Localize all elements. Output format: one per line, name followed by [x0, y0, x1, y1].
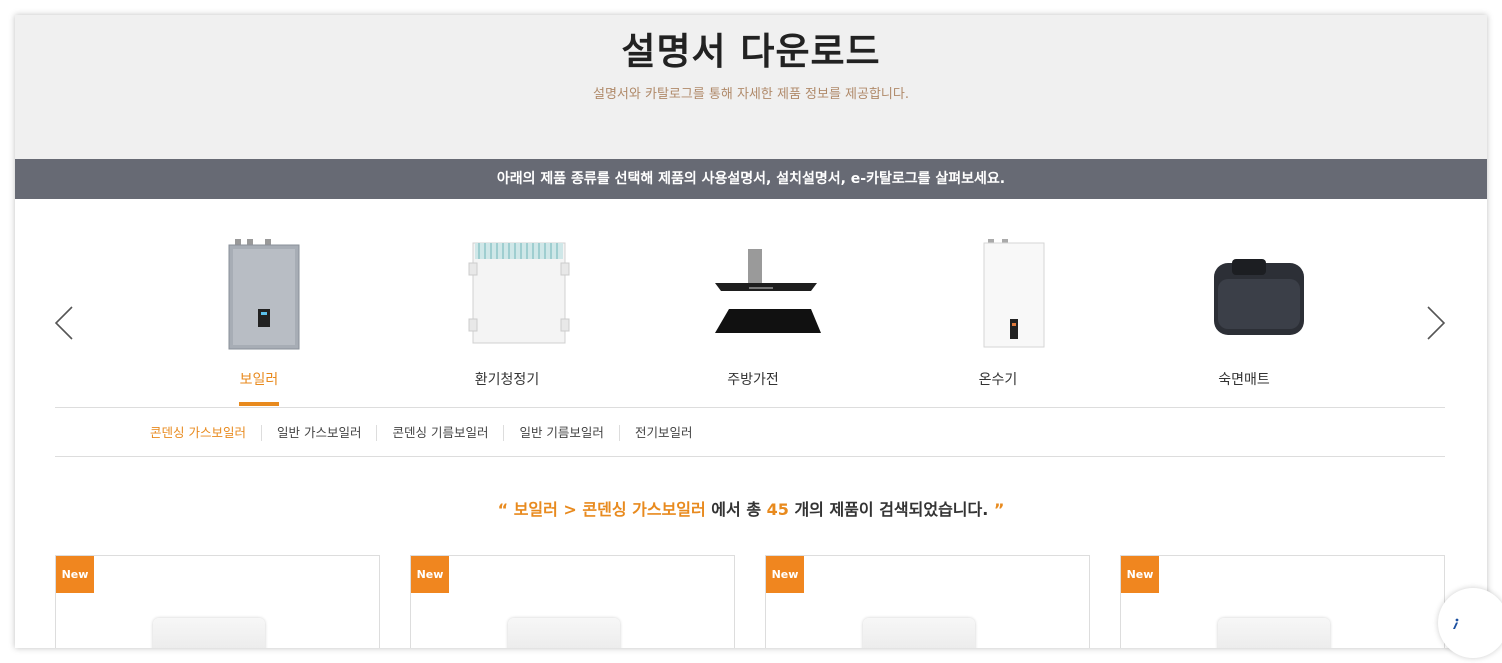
product-label: 보일러	[239, 372, 279, 388]
subcategory-nav: 콘덴싱 가스보일러 일반 가스보일러 콘덴싱 기름보일러 일반 기름보일러 전기…	[150, 423, 707, 443]
hero-section: 설명서 다운로드 설명서와 카탈로그를 통해 자세한 제품 정보를 제공합니다.	[15, 15, 1487, 159]
new-badge: New	[56, 556, 94, 593]
info-icon	[1453, 618, 1459, 629]
floating-action-button[interactable]	[1438, 588, 1502, 658]
product-card[interactable]: New	[1120, 555, 1445, 648]
result-end-text: 개의 제품이 검색되었습니다.	[794, 500, 989, 519]
result-count: 45	[766, 500, 789, 519]
subcategory-general-oil[interactable]: 일반 기름보일러	[503, 425, 618, 441]
result-path: 보일러 > 콘덴싱 가스보일러	[513, 500, 706, 519]
result-mid-text: 에서 총	[705, 500, 767, 519]
search-result-summary: “ 보일러 > 콘덴싱 가스보일러 에서 총 45 개의 제품이 검색되었습니다…	[15, 496, 1487, 520]
chevron-left-icon	[54, 306, 73, 340]
product-water-heater[interactable]: 온수기	[876, 235, 1120, 405]
product-card[interactable]: New	[55, 555, 380, 648]
product-label: 주방가전	[727, 372, 779, 388]
product-kitchen[interactable]: 주방가전	[631, 235, 875, 405]
new-badge: New	[411, 556, 449, 593]
water-heater-image	[983, 239, 1045, 348]
product-label: 숙면매트	[1218, 372, 1270, 388]
product-label: 온수기	[978, 372, 1018, 388]
page-frame: 설명서 다운로드 설명서와 카탈로그를 통해 자세한 제품 정보를 제공합니다.…	[15, 15, 1487, 648]
subcategory-condensing-gas[interactable]: 콘덴싱 가스보일러	[150, 425, 261, 441]
divider	[55, 407, 1445, 408]
sleep-mat-unit-image	[1214, 259, 1304, 335]
kitchen-appliance-image	[715, 249, 821, 333]
product-thumbnail	[1218, 618, 1330, 648]
product-carousel: 보일러 환기청정기 주방가전 온수기 숙면매트	[135, 235, 1366, 406]
product-sleep-mat[interactable]: 숙면매트	[1122, 235, 1366, 405]
subcategory-general-gas[interactable]: 일반 가스보일러	[260, 425, 376, 441]
product-thumbnail	[153, 618, 265, 648]
product-boiler[interactable]: 보일러	[137, 235, 381, 406]
ventilator-image	[468, 242, 570, 344]
product-card[interactable]: New	[410, 555, 735, 648]
carousel-prev-button[interactable]	[53, 305, 77, 341]
new-badge: New	[766, 556, 804, 593]
boiler-image	[228, 239, 300, 350]
product-thumbnail	[863, 618, 975, 648]
instruction-banner: 아래의 제품 종류를 선택해 제품의 사용설명서, 설치설명서, e-카탈로그를…	[15, 159, 1487, 199]
subcategory-condensing-oil[interactable]: 콘덴싱 기름보일러	[376, 425, 503, 441]
chevron-right-icon	[1427, 306, 1446, 340]
page-title: 설명서 다운로드	[621, 30, 881, 73]
product-ventilator[interactable]: 환기청정기	[385, 235, 629, 405]
new-badge: New	[1121, 556, 1159, 593]
open-quote: “	[497, 500, 509, 519]
active-underline	[239, 402, 279, 406]
close-quote: ”	[993, 500, 1005, 519]
divider	[55, 456, 1445, 457]
product-thumbnail	[508, 618, 620, 648]
page-subtitle: 설명서와 카탈로그를 통해 자세한 제품 정보를 제공합니다.	[593, 87, 909, 102]
subcategory-electric[interactable]: 전기보일러	[618, 425, 708, 441]
product-card[interactable]: New	[765, 555, 1090, 648]
carousel-next-button[interactable]	[1423, 305, 1447, 341]
product-label: 환기청정기	[474, 372, 540, 388]
